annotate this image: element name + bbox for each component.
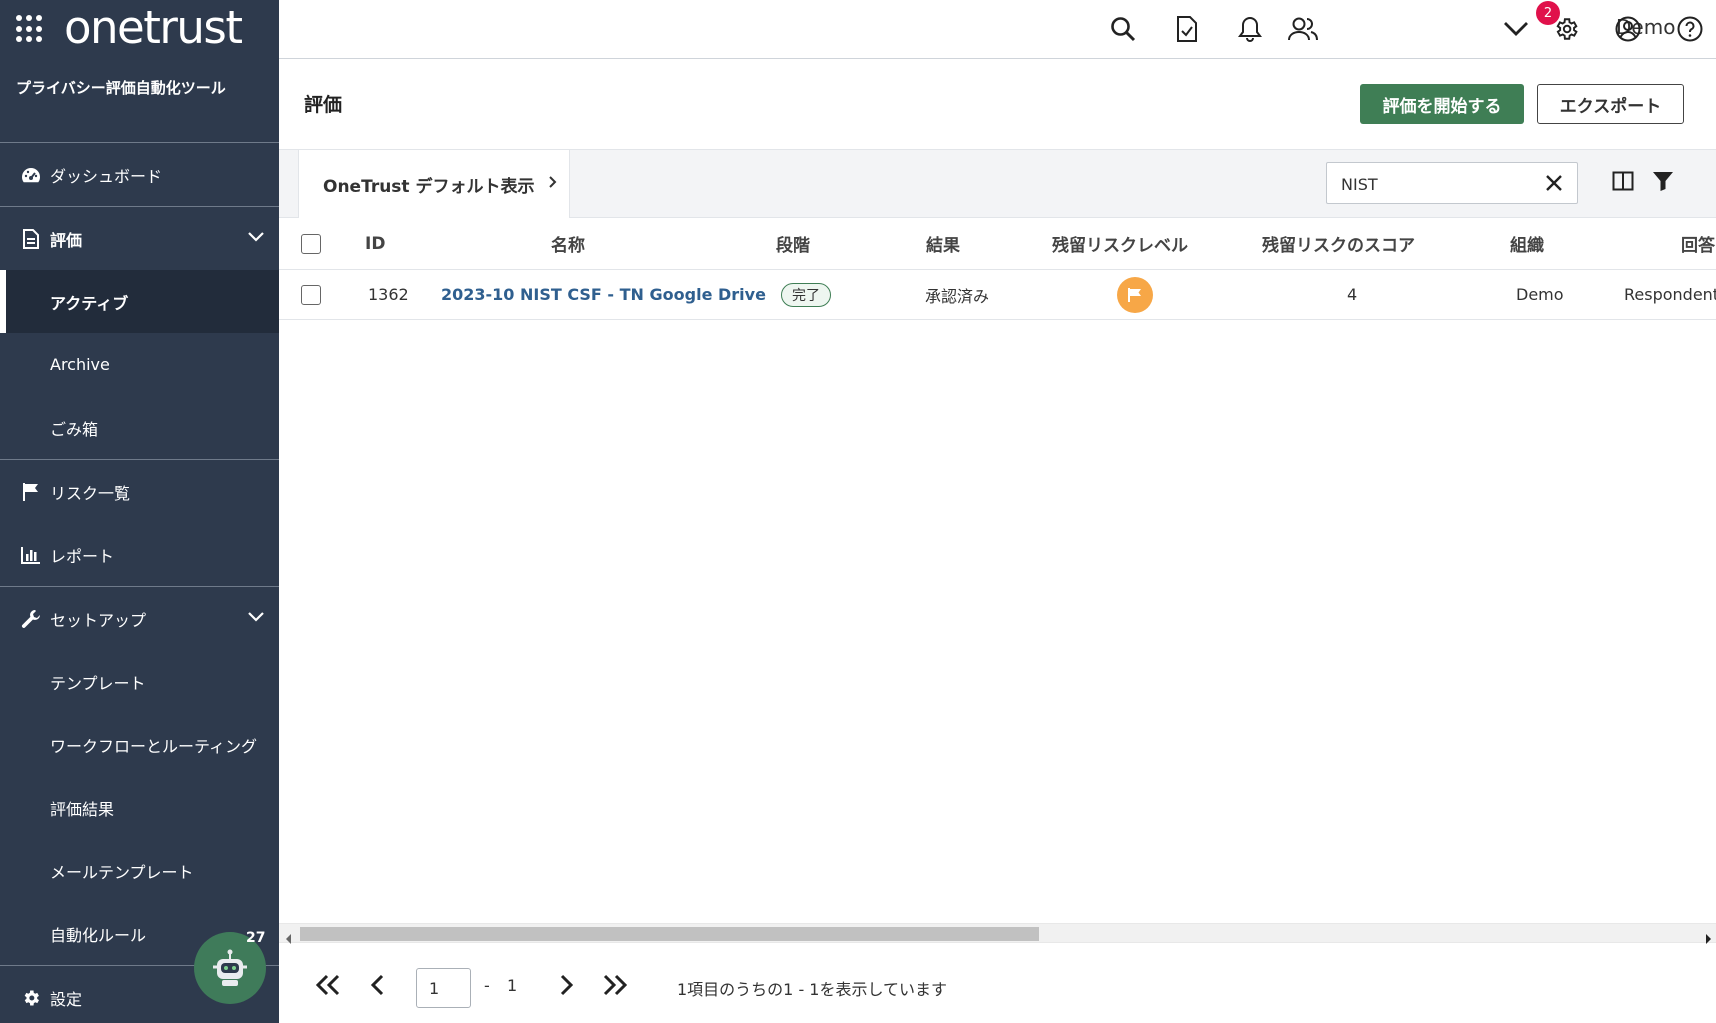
cell-risk-level (1117, 270, 1153, 319)
task-icon[interactable] (1172, 14, 1202, 44)
pagination: - 1 1項目のうちの1 - 1を表示しています (279, 944, 1716, 1023)
column-header-stage[interactable]: 段階 (776, 218, 810, 269)
cell-respondent: Respondent (1624, 285, 1716, 304)
assessment-name-link[interactable]: 2023-10 NIST CSF - TN Google Drive (441, 270, 766, 319)
app-launcher-icon[interactable] (16, 15, 44, 43)
sidebar-nav: ダッシュボード 評価 アクティブ Archive ごみ箱 リスク一覧 レポート … (0, 142, 279, 1023)
profile-icon[interactable] (1613, 14, 1643, 44)
assessments-table: ID 名称 段階 結果 残留リスクレベル 残留リスクのスコア 組織 回答 136… (279, 218, 1716, 320)
cell-result: 承認済み (925, 286, 990, 306)
filter-icon[interactable] (1652, 170, 1674, 196)
sidebar-item-label: リスク一覧 (50, 483, 131, 503)
sidebar-item-assessments[interactable]: 評価 (0, 207, 279, 270)
cell-org: Demo (1516, 285, 1564, 304)
sidebar-item-label: ダッシュボード (50, 166, 163, 186)
bell-icon[interactable] (1235, 14, 1265, 44)
column-header-id[interactable]: ID (365, 218, 385, 269)
brand-bar: onetrust (0, 0, 279, 58)
stage-badge: 完了 (781, 282, 831, 307)
view-name: OneTrust デフォルト表示 (323, 176, 535, 197)
risk-level-flag-icon (1117, 276, 1153, 313)
flag-icon (20, 481, 42, 503)
columns-icon[interactable] (1612, 170, 1634, 196)
previous-page-icon[interactable] (361, 968, 395, 1002)
users-icon[interactable] (1288, 14, 1318, 44)
cell-id: 1362 (368, 285, 409, 304)
column-header-risk-level[interactable]: 残留リスクレベル (1052, 218, 1188, 269)
select-all-cell (301, 218, 321, 269)
sidebar-item-label: 評価 (50, 230, 83, 250)
sidebar-item-label: セットアップ (50, 610, 147, 630)
column-header-org[interactable]: 組織 (1510, 218, 1544, 269)
sidebar-item-dashboard[interactable]: ダッシュボード (0, 143, 279, 206)
close-icon[interactable] (1545, 174, 1563, 196)
total-pages: 1 (507, 976, 518, 995)
sidebar-item-email-templates[interactable]: メールテンプレート (0, 839, 279, 902)
help-icon[interactable] (1675, 14, 1705, 44)
sidebar-item-archive[interactable]: Archive (0, 333, 279, 396)
chevron-down-icon[interactable] (1501, 14, 1531, 44)
page-title: 評価 (304, 94, 343, 116)
document-icon (20, 228, 42, 250)
sidebar-item-results[interactable]: 評価結果 (0, 776, 279, 839)
cell-risk-score: 4 (1347, 285, 1358, 304)
sidebar-item-active[interactable]: アクティブ (0, 270, 279, 333)
horizontal-scrollbar[interactable] (279, 923, 1716, 944)
sidebar-item-trash[interactable]: ごみ箱 (0, 396, 279, 459)
robot-icon (213, 949, 247, 986)
table-header: ID 名称 段階 結果 残留リスクレベル 残留リスクのスコア 組織 回答 (279, 218, 1716, 270)
search-input[interactable] (1341, 172, 1531, 196)
sidebar-item-risks[interactable]: リスク一覧 (0, 460, 279, 523)
view-selector[interactable]: OneTrust デフォルト表示 (298, 150, 570, 218)
view-bar: OneTrust デフォルト表示 (279, 149, 1716, 218)
onetrust-logo: onetrust (64, 1, 243, 54)
column-header-result[interactable]: 結果 (926, 218, 960, 269)
page-separator: - (484, 976, 490, 995)
bar-chart-icon (20, 544, 42, 566)
column-header-respondent[interactable]: 回答 (1681, 218, 1715, 269)
scrollbar-thumb[interactable] (300, 927, 1039, 941)
sidebar-item-templates[interactable]: テンプレート (0, 650, 279, 713)
chevron-down-icon[interactable] (247, 228, 265, 247)
gear-icon (20, 987, 42, 1009)
sidebar-item-workflows[interactable]: ワークフローとルーティング (0, 713, 279, 776)
gear-icon[interactable] (1551, 14, 1581, 44)
select-all-checkbox[interactable] (301, 233, 321, 254)
dashboard-gauge-icon (20, 164, 42, 186)
pagination-summary: 1項目のうちの1 - 1を表示しています (677, 980, 948, 999)
first-page-icon[interactable] (311, 968, 345, 1002)
column-header-risk-score[interactable]: 残留リスクのスコア (1262, 218, 1415, 269)
page-number-input[interactable] (416, 968, 471, 1008)
chevron-down-icon[interactable] (247, 608, 265, 627)
row-checkbox[interactable] (301, 284, 321, 305)
search-box (1326, 162, 1578, 204)
chevron-right-icon (548, 174, 558, 194)
top-bar: 2 Demo (279, 0, 1716, 59)
export-button[interactable]: エクスポート (1537, 84, 1684, 124)
sidebar-item-label: レポート (50, 546, 115, 566)
sidebar-item-label: 設定 (50, 989, 83, 1009)
bot-count-badge: 27 (246, 930, 266, 946)
app-name: プライバシー評価自動化ツール (16, 79, 226, 97)
row-select-cell (301, 270, 321, 319)
column-header-name[interactable]: 名称 (551, 218, 585, 269)
start-assessment-button[interactable]: 評価を開始する (1360, 84, 1524, 124)
search-icon[interactable] (1108, 14, 1138, 44)
sidebar-item-reports[interactable]: レポート (0, 523, 279, 586)
next-page-icon[interactable] (549, 968, 583, 1002)
sidebar: onetrust プライバシー評価自動化ツール ダッシュボード 評価 アクティブ… (0, 0, 279, 1023)
last-page-icon[interactable] (598, 968, 632, 1002)
table-row[interactable]: 1362 2023-10 NIST CSF - TN Google Drive … (279, 270, 1716, 320)
wrench-icon (20, 608, 42, 630)
cell-stage: 完了 (781, 270, 831, 319)
sidebar-item-setup[interactable]: セットアップ (0, 587, 279, 650)
